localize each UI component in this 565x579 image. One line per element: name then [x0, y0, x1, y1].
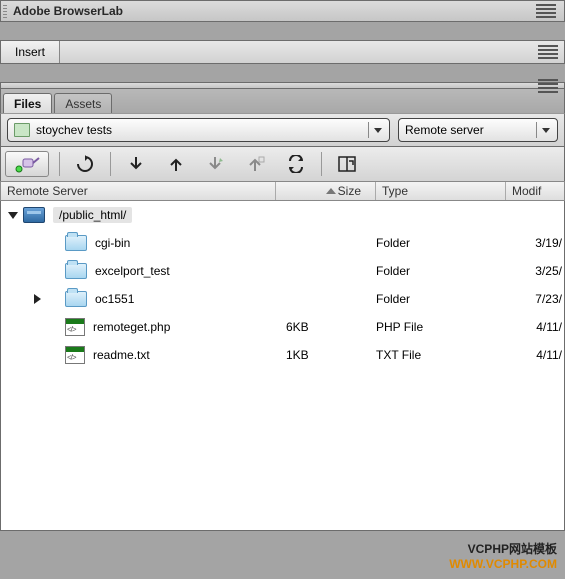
site-icon	[14, 123, 30, 137]
panel-insert-header[interactable]: Insert	[0, 40, 565, 64]
sync-button[interactable]	[281, 151, 311, 177]
divider	[110, 152, 111, 176]
drag-handle-icon[interactable]	[3, 5, 7, 19]
files-toolbar	[0, 147, 565, 181]
column-modified[interactable]: Modif	[506, 182, 564, 200]
plug-icon	[13, 155, 41, 173]
selectors-row: stoychev tests Remote server	[0, 113, 565, 147]
chevron-down-icon	[368, 122, 386, 138]
checkout-icon	[207, 155, 225, 173]
files-panel-tabs: Files Assets	[0, 88, 565, 113]
server-dropdown-label: Remote server	[405, 123, 484, 137]
file-size: 1KB	[276, 348, 376, 362]
sort-asc-icon	[326, 188, 336, 194]
expand-button[interactable]	[332, 151, 362, 177]
panel-menu-icon[interactable]	[538, 79, 558, 93]
file-row[interactable]: oc1551 Folder7/23/	[1, 285, 564, 313]
file-icon	[65, 346, 85, 364]
watermark-line1: VCPHP网站模板	[449, 540, 557, 557]
panel-menu-icon[interactable]	[536, 4, 556, 18]
file-modified: 4/11/	[506, 320, 564, 334]
server-icon	[23, 207, 45, 223]
upload-icon	[168, 155, 184, 173]
column-size[interactable]: Size	[276, 182, 376, 200]
panel-files-grip[interactable]	[0, 82, 565, 88]
server-dropdown[interactable]: Remote server	[398, 118, 558, 142]
file-name: excelport_test	[95, 264, 170, 278]
triangle-down-icon	[8, 212, 18, 219]
file-row[interactable]: excelport_test Folder3/25/	[1, 257, 564, 285]
file-name: remoteget.php	[93, 320, 170, 334]
folder-icon	[65, 235, 87, 251]
project-dropdown-label: stoychev tests	[36, 123, 112, 137]
tab-files[interactable]: Files	[3, 93, 52, 113]
watermark-line2: WWW.VCPHP.COM	[449, 557, 557, 571]
triangle-right-icon	[34, 294, 41, 304]
panel-browserlab-title: Adobe BrowserLab	[13, 4, 123, 18]
refresh-icon	[76, 155, 94, 173]
file-modified: 7/23/	[506, 292, 564, 306]
columns-header: Remote Server Size Type Modif	[0, 181, 565, 201]
panel-gap	[0, 22, 565, 40]
insert-tab[interactable]: Insert	[1, 41, 60, 63]
file-type: TXT File	[376, 348, 506, 362]
file-name: oc1551	[95, 292, 134, 306]
expand-icon	[338, 156, 356, 172]
divider	[321, 152, 322, 176]
get-button[interactable]	[121, 151, 151, 177]
tab-assets[interactable]: Assets	[54, 93, 112, 113]
file-icon	[65, 318, 85, 336]
watermark: VCPHP网站模板 WWW.VCPHP.COM	[449, 540, 557, 571]
file-name: cgi-bin	[95, 236, 130, 250]
file-row[interactable]: remoteget.php 6KBPHP File4/11/	[1, 313, 564, 341]
panel-gap	[0, 64, 565, 82]
folder-icon	[65, 291, 87, 307]
checkin-icon	[247, 155, 265, 173]
column-name[interactable]: Remote Server	[1, 182, 276, 200]
file-size: 6KB	[276, 320, 376, 334]
file-modified: 3/19/	[506, 236, 564, 250]
file-modified: 3/25/	[506, 264, 564, 278]
expand-toggle[interactable]	[31, 294, 43, 304]
folder-icon	[65, 263, 87, 279]
file-modified: 4/11/	[506, 348, 564, 362]
expand-toggle[interactable]	[7, 212, 19, 219]
sync-icon	[286, 155, 306, 173]
download-icon	[128, 155, 144, 173]
panel-menu-icon[interactable]	[538, 45, 558, 59]
tab-files-label: Files	[14, 97, 41, 111]
panel-browserlab-header[interactable]: Adobe BrowserLab	[0, 0, 565, 22]
tab-assets-label: Assets	[65, 97, 101, 111]
checkout-button[interactable]	[201, 151, 231, 177]
chevron-down-icon	[536, 122, 554, 138]
file-type: PHP File	[376, 320, 506, 334]
file-tree[interactable]: /public_html/ cgi-binFolder3/19/excelpor…	[0, 201, 565, 531]
file-type: Folder	[376, 264, 506, 278]
file-name: readme.txt	[93, 348, 150, 362]
divider	[59, 152, 60, 176]
project-dropdown[interactable]: stoychev tests	[7, 118, 390, 142]
file-type: Folder	[376, 292, 506, 306]
file-row[interactable]: cgi-bin Folder3/19/	[1, 229, 564, 257]
connect-button[interactable]	[5, 151, 49, 177]
put-button[interactable]	[161, 151, 191, 177]
insert-label: Insert	[15, 45, 45, 59]
file-type: Folder	[376, 236, 506, 250]
tree-root-row[interactable]: /public_html/	[1, 201, 564, 229]
file-row[interactable]: readme.txt 1KBTXT File4/11/	[1, 341, 564, 369]
root-path: /public_html/	[53, 207, 132, 223]
column-type[interactable]: Type	[376, 182, 506, 200]
refresh-button[interactable]	[70, 151, 100, 177]
checkin-button[interactable]	[241, 151, 271, 177]
